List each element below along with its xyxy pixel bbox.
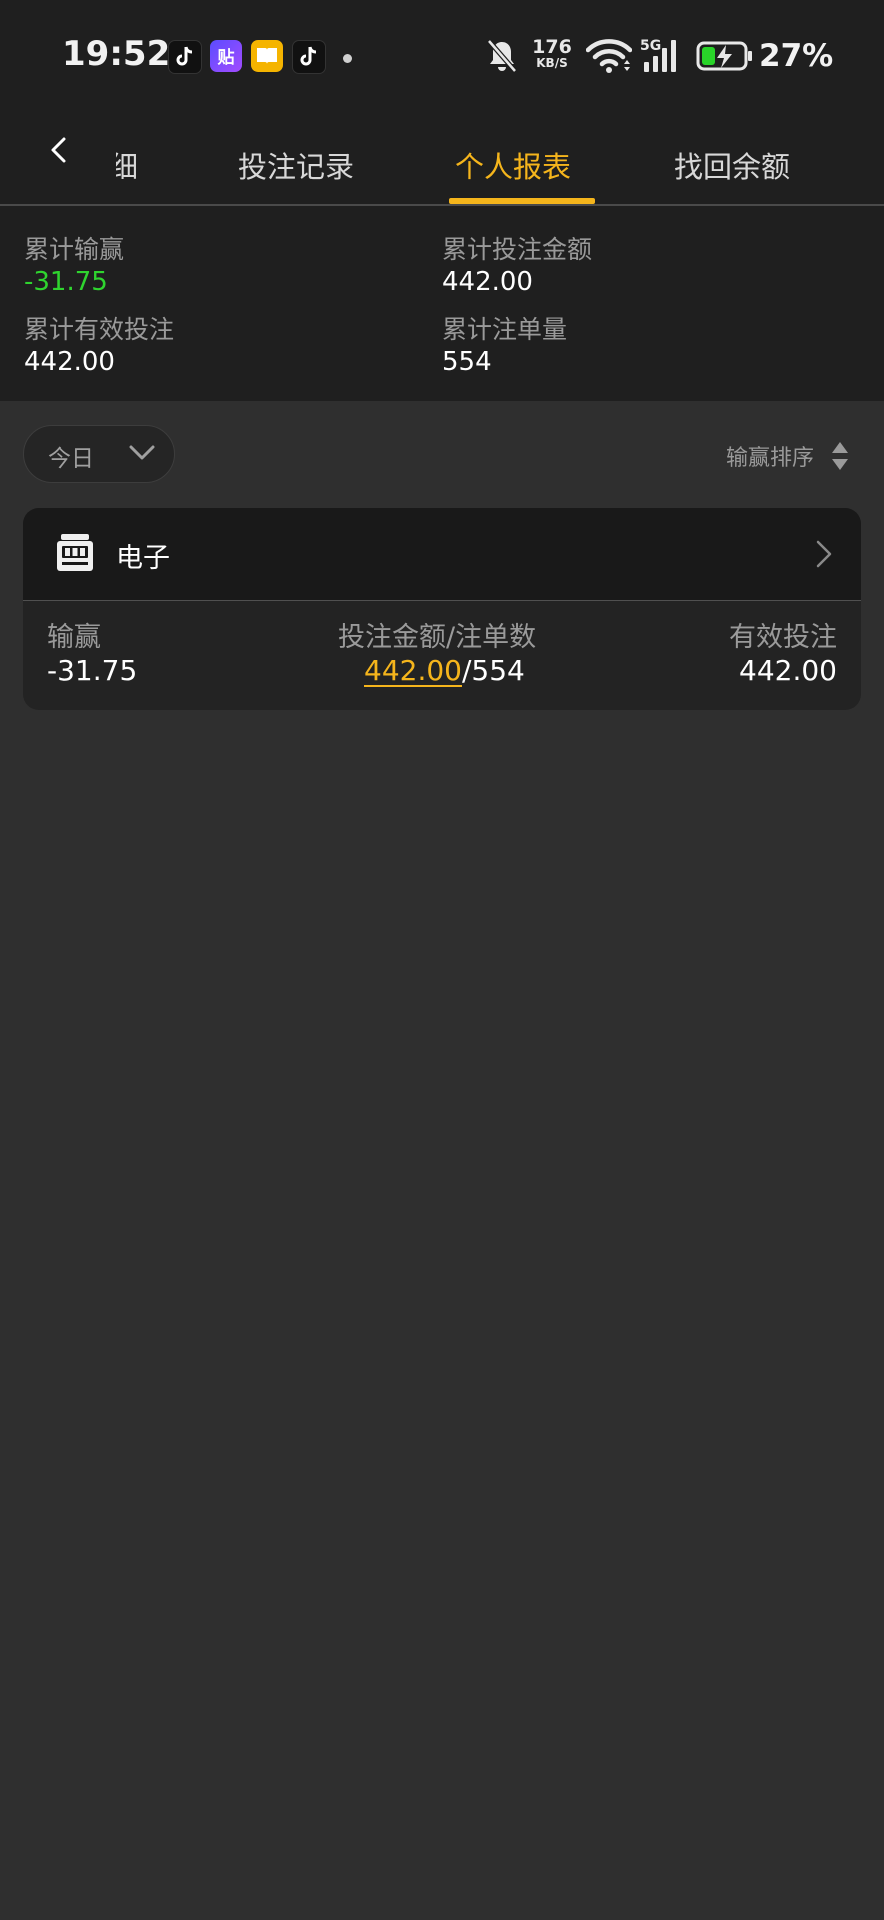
active-tab-indicator [449, 198, 595, 204]
bell-muted-icon [487, 39, 517, 73]
valid-bet-label: 有效投注 [729, 622, 837, 653]
date-range-dropdown[interactable]: 今日 [23, 425, 175, 483]
tab-personal-report[interactable]: 个人报表 [455, 144, 571, 186]
total-order-count-label: 累计注单量 [442, 315, 568, 344]
slot-machine-icon [57, 534, 93, 571]
value-separator: / [461, 654, 472, 687]
tab-recover-balance[interactable]: 找回余额 [674, 144, 790, 186]
network-speed-unit: KB/S [536, 56, 568, 70]
category-title: 电子 [116, 543, 170, 574]
sort-label: 输赢排序 [726, 446, 815, 471]
total-bet-amount-value: 442.00 [442, 267, 533, 297]
network-speed: 176 KB/S [531, 36, 573, 71]
tieba-app-icon: 贴 [210, 40, 242, 72]
win-loss-label: 输赢 [47, 622, 101, 653]
svg-text:5G: 5G [640, 38, 661, 54]
total-order-count-value: 554 [442, 347, 492, 377]
category-report-card: 电子 输赢 -31.75 投注金额/注单数 442.00/554 有效投注 44… [23, 508, 861, 710]
book-app-icon [251, 40, 283, 72]
order-count-value: 554 [471, 654, 525, 687]
chevron-down-icon [129, 445, 155, 460]
wifi-icon [586, 39, 632, 73]
battery-percent: 27% [759, 38, 834, 74]
report-tab-bar: 明细 投注记录 个人报表 找回余额 [0, 110, 884, 206]
total-valid-bet-label: 累计有效投注 [24, 315, 175, 344]
total-valid-bet-value: 442.00 [24, 347, 115, 377]
signal-5g-icon: 5G [640, 38, 676, 72]
battery-charging-icon [696, 41, 752, 71]
bet-amount-link[interactable]: 442.00 [364, 654, 462, 687]
summary-panel: 累计输赢 -31.75 累计投注金额 442.00 累计有效投注 442.00 … [0, 206, 884, 401]
tiktok-app-icon [168, 40, 202, 74]
network-speed-value: 176 [532, 36, 572, 58]
status-bar: 19:52 贴 176 KB/S 5G 27% [0, 0, 884, 110]
bet-amount-order-count-label: 投注金额/注单数 [338, 622, 537, 653]
bet-amount-order-count-value: 442.00/554 [364, 654, 525, 687]
date-range-selected: 今日 [48, 446, 94, 472]
total-bet-amount-label: 累计投注金额 [442, 235, 593, 264]
tab-details[interactable]: 明细 [116, 144, 138, 186]
valid-bet-value: 442.00 [739, 654, 837, 687]
category-header[interactable]: 电子 [23, 508, 861, 601]
total-win-loss-label: 累计输赢 [24, 235, 125, 264]
win-loss-value: -31.75 [47, 654, 138, 687]
notification-dot-icon [343, 54, 352, 63]
chevron-right-icon [816, 540, 832, 568]
status-time: 19:52 [62, 34, 171, 74]
tab-bet-records[interactable]: 投注记录 [238, 144, 354, 186]
back-arrow-icon[interactable] [40, 130, 80, 170]
total-win-loss-value: -31.75 [24, 267, 108, 297]
sort-arrows-icon [832, 442, 848, 470]
tiktok-lite-app-icon [292, 40, 326, 74]
